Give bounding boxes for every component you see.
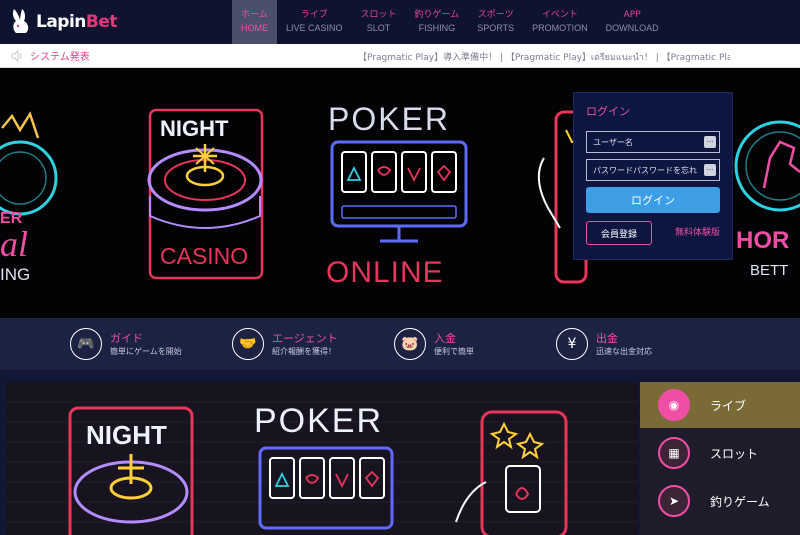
- category-label: 釣りゲーム: [710, 494, 770, 509]
- nav-sports[interactable]: スポーツ SPORTS: [468, 0, 523, 44]
- nav-app-download[interactable]: APP DOWNLOAD: [597, 0, 668, 44]
- logo-text-accent: Bet: [85, 12, 118, 32]
- key-icon: ···: [704, 136, 716, 148]
- feature-desc: 便利で簡単: [434, 346, 474, 356]
- nav-promotion[interactable]: イベント PROMOTION: [523, 0, 597, 44]
- feature-guide[interactable]: 🎮 ガイド 簡単にゲームを開始: [70, 318, 232, 370]
- nav-label-en: LIVE CASINO: [286, 23, 343, 33]
- username-wrap: ···: [586, 131, 720, 153]
- feature-strip: 🎮 ガイド 簡単にゲームを開始 🤝 エージェント 紹介報酬を獲得！ 🐷 入金 便…: [0, 318, 800, 370]
- main-nav: ホーム HOME ライブ LIVE CASINO スロット SLOT 釣りゲーム FIS…: [232, 0, 668, 44]
- logo-text: LapinBet: [36, 12, 118, 32]
- category-slot[interactable]: ▦ スロット: [640, 430, 800, 476]
- game-showcase: NIGHT POKER ◉ ライブ ▦ スロット ➤ 釣りゲーム: [0, 370, 800, 535]
- feature-text: 入金 便利で簡単: [434, 331, 474, 358]
- nav-label-en: DOWNLOAD: [605, 23, 659, 33]
- feature-withdraw[interactable]: ¥ 出金 迅速な出金対応: [556, 318, 718, 370]
- feature-desc: 紹介報酬を獲得！: [272, 346, 336, 356]
- nav-live-casino[interactable]: ライブ LIVE CASINO: [277, 0, 352, 44]
- neon-poker-online-sign: POKER ONLINE: [326, 101, 468, 289]
- category-fishing[interactable]: ➤ 釣りゲーム: [640, 478, 800, 524]
- speaker-icon: [11, 49, 22, 62]
- showcase-banner[interactable]: NIGHT POKER: [6, 382, 638, 535]
- logo[interactable]: LapinBet: [8, 4, 128, 40]
- login-panel: ログイン ··· ··· ログイン 会員登録 無料体験版: [573, 92, 733, 260]
- showcase-night-text: NIGHT: [86, 420, 167, 450]
- neon-left-word-text: al: [0, 224, 28, 264]
- username-input[interactable]: [586, 131, 720, 153]
- fish-icon: ➤: [658, 485, 690, 517]
- gamepad-icon: 🎮: [70, 328, 102, 360]
- nav-label-jp: イベント: [541, 10, 578, 20]
- nav-label-jp: ホーム: [241, 10, 268, 20]
- piggy-bank-icon: 🐷: [394, 328, 426, 360]
- top-header: LapinBet ホーム HOME ライブ LIVE CASINO スロット SLOT…: [0, 0, 800, 44]
- announcement-bar: システム発表 【Pragmatic Play】導入準備中！ | 【Pragmat…: [0, 44, 800, 68]
- money-bag-icon: ¥: [556, 328, 588, 360]
- announcement-title[interactable]: システム発表: [10, 48, 90, 63]
- neon-poker-text: POKER: [328, 101, 450, 137]
- showcase-neon-art: NIGHT POKER: [6, 382, 638, 535]
- neon-crown-sign: ER al ING: [0, 111, 58, 284]
- feature-deposit[interactable]: 🐷 入金 便利で簡単: [394, 318, 556, 370]
- feature-title: エージェント: [272, 331, 338, 345]
- login-button[interactable]: ログイン: [586, 187, 720, 213]
- hero-banner[interactable]: ER al ING NIGHT CASINO POKER ONLINE HOR …: [0, 68, 800, 318]
- feature-text: エージェント 紹介報酬を獲得！: [272, 331, 338, 358]
- neon-left-sub-text: ING: [0, 265, 30, 284]
- nav-fishing[interactable]: 釣りゲーム FISHING: [406, 0, 469, 44]
- category-label: スロット: [710, 446, 759, 461]
- feature-title: 出金: [596, 331, 618, 345]
- nav-home[interactable]: ホーム HOME: [232, 0, 277, 44]
- nav-label-jp: スポーツ: [477, 10, 514, 20]
- nav-label-en: HOME: [241, 23, 268, 33]
- neon-online-text: ONLINE: [326, 256, 444, 289]
- announcement-ticker[interactable]: 【Pragmatic Play】導入準備中！ | 【Pragmatic Play…: [358, 50, 730, 64]
- showcase-poker-text: POKER: [254, 402, 383, 440]
- slot-machine-icon: ▦: [658, 437, 690, 469]
- feature-desc: 簡単にゲームを開始: [110, 346, 182, 356]
- free-trial-link[interactable]: 無料体験版: [675, 221, 720, 245]
- register-button[interactable]: 会員登録: [586, 221, 652, 245]
- category-label: ライブ: [710, 398, 747, 413]
- neon-night-casino-sign: NIGHT CASINO: [147, 108, 264, 280]
- neon-horse-sign: HOR BETT: [734, 120, 800, 279]
- neon-right-sub-text: BETT: [750, 262, 788, 279]
- key-icon: ···: [704, 164, 716, 176]
- page: LapinBet ホーム HOME ライブ LIVE CASINO スロット SLOT…: [0, 0, 800, 535]
- feature-title: ガイド: [110, 331, 143, 345]
- logo-text-main: Lapin: [36, 12, 86, 32]
- neon-casino-text: CASINO: [160, 243, 248, 269]
- game-category-menu: ◉ ライブ ▦ スロット ➤ 釣りゲーム: [640, 382, 800, 535]
- feature-title: 入金: [434, 331, 456, 345]
- password-input[interactable]: [586, 159, 720, 181]
- poker-chip-icon: ◉: [658, 389, 690, 421]
- feature-text: 出金 迅速な出金対応: [596, 331, 652, 358]
- password-wrap: ···: [586, 159, 720, 181]
- nav-label-jp: APP: [623, 10, 641, 20]
- neon-right-word-text: HOR: [736, 227, 789, 254]
- nav-label-jp: 釣りゲーム: [414, 10, 460, 20]
- nav-label-en: FISHING: [418, 23, 456, 33]
- login-secondary-row: 会員登録 無料体験版: [586, 221, 720, 245]
- login-title: ログイン: [586, 105, 630, 118]
- handshake-icon: 🤝: [232, 328, 264, 360]
- nav-label-en: SPORTS: [477, 23, 515, 33]
- feature-agent[interactable]: 🤝 エージェント 紹介報酬を獲得！: [232, 318, 394, 370]
- nav-label-en: SLOT: [366, 23, 391, 33]
- category-live[interactable]: ◉ ライブ: [640, 382, 800, 428]
- nav-label-jp: スロット: [360, 10, 397, 20]
- nav-label-en: PROMOTION: [532, 23, 588, 33]
- nav-slot[interactable]: スロット SLOT: [352, 0, 406, 44]
- rabbit-logo-icon: [12, 9, 29, 33]
- feature-text: ガイド 簡単にゲームを開始: [110, 331, 182, 358]
- neon-night-text: NIGHT: [160, 116, 229, 141]
- feature-desc: 迅速な出金対応: [596, 346, 652, 356]
- nav-label-jp: ライブ: [300, 10, 328, 20]
- announcement-title-text: システム発表: [30, 52, 90, 63]
